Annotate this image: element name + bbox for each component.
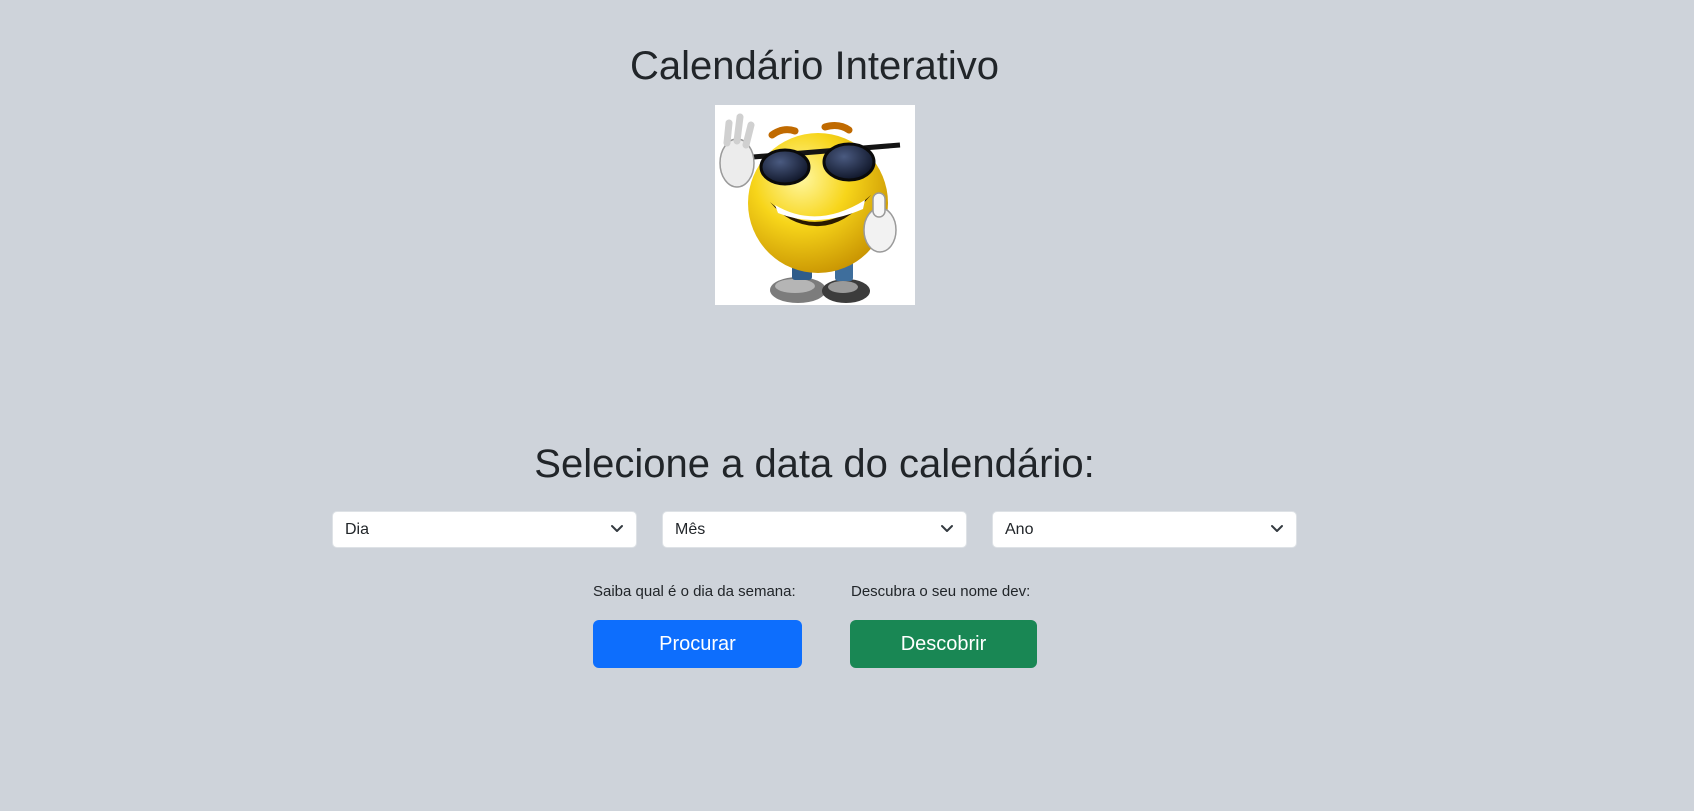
chevron-down-icon bbox=[1271, 525, 1283, 532]
weekday-helper-label: Saiba qual é o dia da semana: bbox=[593, 583, 796, 600]
section-title: Selecione a data do calendário: bbox=[534, 442, 1095, 486]
discover-button[interactable]: Descobrir bbox=[850, 620, 1037, 668]
month-select-value: Mês bbox=[675, 521, 706, 538]
year-select-value: Ano bbox=[1005, 521, 1034, 538]
day-select[interactable]: Dia bbox=[332, 511, 637, 548]
sunglasses-smiley-icon bbox=[715, 105, 915, 305]
year-select[interactable]: Ano bbox=[992, 511, 1297, 548]
day-select-value: Dia bbox=[345, 521, 370, 538]
chevron-down-icon bbox=[611, 525, 623, 532]
devname-helper-label: Descubra o seu nome dev: bbox=[851, 583, 1031, 600]
search-button[interactable]: Procurar bbox=[593, 620, 802, 668]
chevron-down-icon bbox=[941, 525, 953, 532]
page-title: Calendário Interativo bbox=[629, 44, 1000, 88]
month-select[interactable]: Mês bbox=[662, 511, 967, 548]
